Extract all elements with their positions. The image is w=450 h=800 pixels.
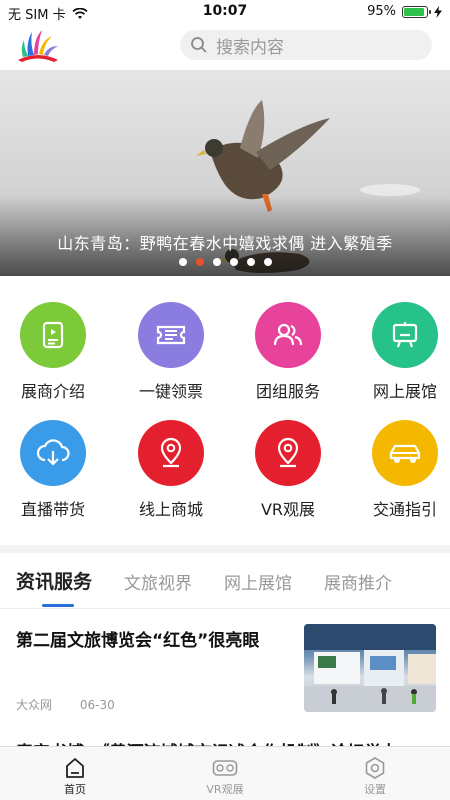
section-divider — [0, 545, 450, 553]
search-bar[interactable]: 搜索内容 — [180, 30, 432, 60]
cloud-download-icon — [20, 420, 86, 486]
service-label: 网上展馆 — [372, 382, 437, 401]
service-label: 线上商城 — [138, 500, 203, 519]
service-item[interactable]: 一键领票 — [126, 302, 216, 402]
news-title: 第二届文旅博览会“红色”很亮眼 — [16, 631, 260, 651]
tabbar-vr[interactable]: VR观展 — [180, 755, 270, 797]
banner-caption: 山东青岛：野鸭在春水中嬉戏求偶 进入繁殖季 — [57, 234, 393, 253]
carousel-dot[interactable] — [263, 258, 272, 266]
service-item[interactable]: 网上展馆 — [360, 302, 450, 402]
tab-news-service[interactable]: 资讯服务 — [16, 567, 92, 594]
news-tabs: 资讯服务 文旅视界 网上展馆 展商推介 — [0, 553, 450, 609]
carousel-dot[interactable] — [178, 258, 187, 266]
search-placeholder: 搜索内容 — [216, 37, 284, 58]
news-source: 大众网 — [16, 698, 53, 712]
service-item[interactable]: 交通指引 — [360, 420, 450, 520]
vr-headset-icon — [212, 760, 238, 776]
battery-icon — [402, 5, 431, 18]
tab-online-hall[interactable]: 网上展馆 — [224, 569, 292, 594]
news-date: 06-30 — [79, 698, 115, 712]
carousel-dots[interactable] — [0, 258, 450, 266]
car-icon — [372, 420, 438, 486]
tab-exhibitor-promo[interactable]: 展商推介 — [324, 569, 392, 594]
service-label: 展商介绍 — [20, 382, 85, 401]
service-label: 一键领票 — [138, 382, 203, 401]
news-meta: 大众网 06-30 — [16, 696, 115, 713]
location-pin-icon — [255, 420, 321, 486]
service-label: 直播带货 — [20, 500, 85, 519]
news-thumbnail — [304, 624, 436, 712]
service-item[interactable]: 团组服务 — [243, 302, 333, 402]
service-label: 交通指引 — [372, 500, 437, 519]
app-logo[interactable] — [14, 26, 62, 64]
carousel-dot[interactable] — [246, 258, 255, 266]
group-icon — [255, 302, 321, 368]
charging-icon — [434, 5, 442, 18]
ticket-icon — [138, 302, 204, 368]
tabbar-home-label: 首页 — [64, 783, 86, 796]
service-item[interactable]: 直播带货 — [8, 420, 98, 520]
location-pin-icon — [138, 420, 204, 486]
tab-culture-tourism[interactable]: 文旅视界 — [124, 569, 192, 594]
battery-percent: 95% — [367, 4, 396, 19]
easel-icon — [372, 302, 438, 368]
carousel-dot[interactable] — [212, 258, 221, 266]
news-item[interactable]: 第二届文旅博览会“红色”很亮眼 大众网 06-30 — [16, 620, 436, 720]
search-icon — [191, 37, 207, 53]
service-item[interactable]: VR观展 — [243, 420, 333, 520]
service-label: VR观展 — [260, 500, 316, 519]
tabbar-settings-label: 设置 — [364, 783, 386, 796]
service-item[interactable]: 线上商城 — [126, 420, 216, 520]
tabbar-vr-label: VR观展 — [206, 783, 244, 796]
header: 搜索内容 — [0, 24, 450, 70]
bottom-tab-bar: 首页 VR观展 设置 — [0, 746, 450, 800]
tabbar-home[interactable]: 首页 — [30, 755, 120, 797]
banner-carousel[interactable]: 山东青岛：野鸭在春水中嬉戏求偶 进入繁殖季 — [0, 70, 450, 276]
status-bar: 无 SIM 卡 10:07 95% — [0, 0, 450, 24]
tabbar-settings[interactable]: 设置 — [330, 755, 420, 797]
tab-indicator — [42, 604, 74, 607]
home-icon — [66, 758, 84, 778]
service-label: 团组服务 — [255, 382, 320, 401]
service-item[interactable]: 展商介绍 — [8, 302, 98, 402]
gear-icon — [365, 757, 385, 779]
carousel-dot[interactable] — [195, 258, 204, 266]
carousel-dot[interactable] — [229, 258, 238, 266]
exhibitor-icon — [20, 302, 86, 368]
